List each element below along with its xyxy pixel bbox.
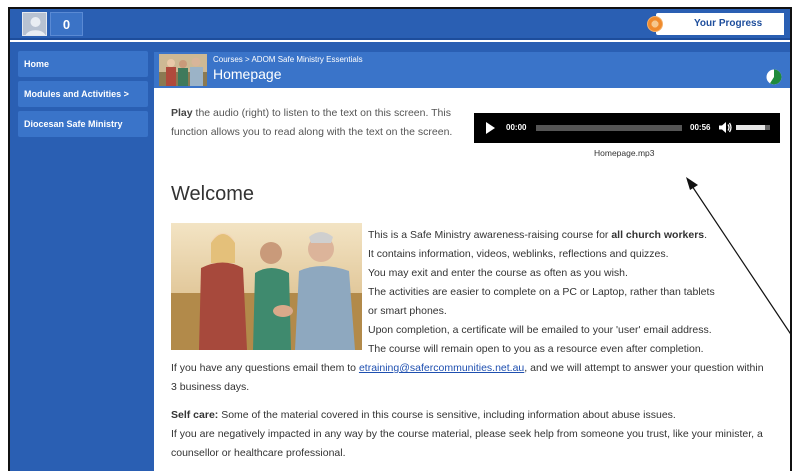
- self-care-line1: Some of the material covered in this cou…: [218, 409, 676, 421]
- completion-pie-icon: [766, 69, 782, 85]
- welcome-line: It contains information, videos, weblink…: [368, 248, 669, 260]
- welcome-line: Upon completion, a certificate will be e…: [368, 324, 712, 336]
- volume-level: [736, 125, 765, 130]
- welcome-line: You may exit and enter the course as oft…: [368, 267, 628, 279]
- contact-email-link[interactable]: etraining@safercommunities.net.au: [359, 362, 524, 374]
- progress-label: Your Progress: [694, 18, 763, 29]
- sidebar-item-diocesan-safe-ministry[interactable]: Diocesan Safe Ministry: [18, 111, 148, 137]
- intro-text: the audio (right) to listen to the text …: [171, 107, 453, 138]
- progress-circle-icon: [647, 16, 663, 32]
- welcome-line: The course will remain open to you as a …: [368, 343, 704, 355]
- main-content: Play the audio (right) to listen to the …: [154, 88, 790, 471]
- audio-filename: Homepage.mp3: [594, 148, 655, 158]
- welcome-line-pre: This is a Safe Ministry awareness-raisin…: [368, 229, 612, 241]
- play-icon[interactable]: [486, 122, 495, 134]
- volume-icon[interactable]: [718, 121, 732, 134]
- welcome-text: This is a Safe Ministry awareness-raisin…: [368, 226, 768, 359]
- sidebar-item-home[interactable]: Home: [18, 51, 148, 77]
- audio-seek-bar[interactable]: [536, 125, 682, 131]
- browser-frame: 0 Your Progress Home Modules and Activit…: [8, 7, 792, 471]
- notification-count[interactable]: 0: [50, 12, 83, 36]
- content-header: Courses > ADOM Safe Ministry Essentials …: [154, 52, 790, 88]
- body-area: Home Modules and Activities > Diocesan S…: [10, 42, 790, 471]
- welcome-line-post: .: [704, 229, 708, 241]
- intro-bold: Play: [171, 107, 193, 119]
- duration: 00:56: [690, 123, 711, 132]
- self-care-paragraph: Self care: Some of the material covered …: [171, 406, 771, 463]
- sidebar: Home Modules and Activities > Diocesan S…: [18, 51, 148, 141]
- welcome-line: This is a Safe Ministry awareness-raisin…: [368, 226, 768, 245]
- welcome-line: or smart phones.: [368, 305, 447, 317]
- contact-paragraph: If you have any questions email them to …: [171, 359, 771, 397]
- contact-pre: If you have any questions email them to: [171, 362, 359, 374]
- welcome-line: The activities are easier to complete on…: [368, 286, 715, 298]
- volume-slider[interactable]: [736, 125, 770, 130]
- self-care-line2: If you are negatively impacted in any wa…: [171, 428, 763, 459]
- top-bar: 0 Your Progress: [10, 9, 790, 40]
- user-avatar-icon[interactable]: [22, 12, 47, 36]
- audio-player[interactable]: 00:00 00:56: [474, 113, 780, 143]
- welcome-line-bold: all church workers: [611, 229, 705, 241]
- welcome-heading: Welcome: [171, 183, 254, 205]
- sidebar-item-modules[interactable]: Modules and Activities >: [18, 81, 148, 107]
- welcome-photo: [171, 223, 362, 350]
- breadcrumb[interactable]: Courses > ADOM Safe Ministry Essentials: [213, 55, 363, 64]
- current-time: 00:00: [506, 123, 527, 132]
- page-title: Homepage: [213, 66, 282, 82]
- progress-indicator[interactable]: Your Progress: [647, 13, 784, 35]
- header-thumbnail: [159, 54, 207, 86]
- self-care-label: Self care:: [171, 409, 219, 421]
- audio-instructions: Play the audio (right) to listen to the …: [171, 104, 471, 142]
